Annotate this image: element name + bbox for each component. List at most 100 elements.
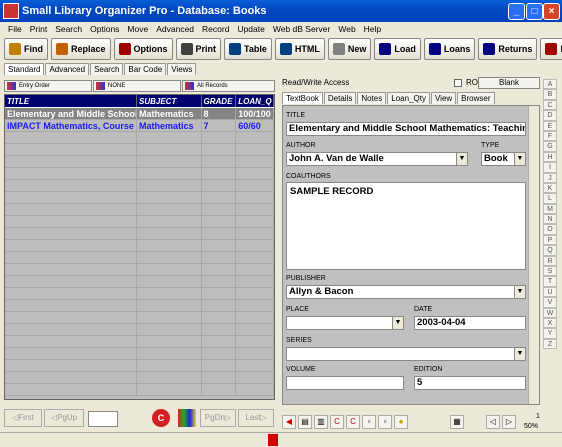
chevron-down-icon[interactable]: ▼ bbox=[392, 317, 403, 329]
menu-item-web[interactable]: Web bbox=[334, 22, 359, 36]
records-grid[interactable]: TITLE SUBJECT GRADE LOAN_Q Elementary an… bbox=[4, 94, 275, 400]
alpha-index-p[interactable]: P bbox=[543, 234, 557, 246]
alpha-index-f[interactable]: F bbox=[543, 130, 557, 142]
table-icon[interactable]: ▦ bbox=[450, 415, 464, 429]
toolbar-find-button[interactable]: Find bbox=[4, 38, 48, 60]
menu-item-advanced[interactable]: Advanced bbox=[152, 22, 198, 36]
tab-loan-qty[interactable]: Loan_Qty bbox=[387, 92, 430, 104]
chevron-down-icon[interactable]: ▼ bbox=[456, 153, 467, 165]
alpha-index-b[interactable]: B bbox=[543, 89, 557, 100]
tab-view[interactable]: View bbox=[430, 92, 457, 104]
alpha-index-a[interactable]: A bbox=[543, 79, 557, 90]
alpha-index-h[interactable]: H bbox=[543, 151, 557, 163]
alpha-index-o[interactable]: O bbox=[543, 224, 557, 235]
maximize-button[interactable]: □ bbox=[526, 3, 543, 20]
author-field[interactable]: John A. Van de Walle ▼ bbox=[286, 152, 468, 166]
menu-item-update[interactable]: Update bbox=[233, 22, 268, 36]
coauthors-field[interactable]: SAMPLE RECORD bbox=[286, 182, 526, 270]
record-number-input[interactable] bbox=[88, 411, 118, 427]
toolbar-html-button[interactable]: HTML bbox=[274, 38, 325, 60]
back-arrow-icon[interactable]: ◀ bbox=[282, 415, 296, 429]
alpha-index-z[interactable]: Z bbox=[543, 338, 557, 350]
menu-item-file[interactable]: File bbox=[4, 22, 26, 36]
menu-item-options[interactable]: Options bbox=[86, 22, 123, 36]
next-icon[interactable]: ▷ bbox=[502, 415, 516, 429]
tab-notes[interactable]: Notes bbox=[357, 92, 387, 104]
document-icon[interactable]: ▫ bbox=[362, 415, 376, 429]
alpha-index-m[interactable]: M bbox=[543, 203, 557, 215]
minimize-button[interactable]: _ bbox=[508, 3, 525, 20]
menu-item-help[interactable]: Help bbox=[360, 22, 385, 36]
tab-views[interactable]: Views bbox=[167, 63, 197, 75]
pgup-button[interactable]: ◁PgUp bbox=[44, 409, 84, 427]
alpha-index-u[interactable]: U bbox=[543, 286, 557, 298]
close-button[interactable]: × bbox=[543, 3, 560, 20]
chevron-down-icon[interactable]: ▼ bbox=[514, 153, 525, 165]
chevron-down-icon[interactable]: ▼ bbox=[514, 286, 525, 298]
alpha-index-g[interactable]: G bbox=[543, 141, 557, 152]
alpha-index-x[interactable]: X bbox=[543, 317, 557, 329]
menu-item-record[interactable]: Record bbox=[198, 22, 233, 36]
alpha-index-l[interactable]: L bbox=[543, 193, 557, 204]
tab-bar-code[interactable]: Bar Code bbox=[124, 63, 167, 75]
tab-browser[interactable]: Browser bbox=[457, 92, 495, 104]
color-grid-icon[interactable] bbox=[178, 409, 196, 427]
form-scrollbar[interactable] bbox=[528, 106, 539, 404]
lightbulb-icon[interactable]: ● bbox=[394, 415, 408, 429]
toolbar-print-button[interactable]: Print bbox=[175, 38, 222, 60]
alpha-index-n[interactable]: N bbox=[543, 214, 557, 225]
trash-icon[interactable]: ▥ bbox=[314, 415, 328, 429]
filter-button[interactable]: NONE bbox=[93, 80, 181, 92]
alpha-index-c[interactable]: C bbox=[543, 99, 557, 111]
refresh-icon[interactable]: C bbox=[330, 415, 344, 429]
table-row[interactable]: Elementary and Middle School Mathematics… bbox=[5, 108, 274, 120]
alpha-index-d[interactable]: D bbox=[543, 110, 557, 121]
alpha-index-r[interactable]: R bbox=[543, 255, 557, 267]
tab-advanced[interactable]: Advanced bbox=[45, 63, 90, 75]
edition-field[interactable]: 5 bbox=[414, 376, 526, 390]
chevron-down-icon[interactable]: ▼ bbox=[514, 348, 525, 360]
toolbar-loans-button[interactable]: Loans bbox=[423, 38, 476, 60]
sort-order-button[interactable]: Entry Order bbox=[4, 80, 92, 92]
alpha-index-v[interactable]: V bbox=[543, 297, 557, 308]
table-row[interactable]: IMPACT Mathematics, Course 2 Mathematics… bbox=[5, 120, 274, 132]
menu-item-web-db-server[interactable]: Web dB Server bbox=[269, 22, 334, 36]
alpha-index-e[interactable]: E bbox=[543, 120, 557, 131]
alpha-index-j[interactable]: J bbox=[543, 172, 557, 183]
column-subject[interactable]: SUBJECT bbox=[137, 95, 202, 107]
toolbar-load-button[interactable]: Load bbox=[374, 38, 421, 60]
alpha-index-k[interactable]: K bbox=[543, 182, 557, 194]
date-field[interactable]: 2003-04-04 bbox=[414, 316, 526, 330]
last-button[interactable]: Last▷ bbox=[238, 409, 274, 427]
alpha-index-t[interactable]: T bbox=[543, 276, 557, 287]
series-field[interactable]: ▼ bbox=[286, 347, 526, 361]
alpha-index-q[interactable]: Q bbox=[543, 245, 557, 256]
column-grade[interactable]: GRADE bbox=[202, 95, 237, 107]
records-button[interactable]: All Records bbox=[182, 80, 275, 92]
menu-item-print[interactable]: Print bbox=[26, 22, 51, 36]
publisher-field[interactable]: Allyn & Bacon ▼ bbox=[286, 285, 526, 299]
toolbar-exit-button[interactable]: Exit bbox=[540, 38, 562, 60]
place-field[interactable]: ▼ bbox=[286, 316, 404, 330]
first-button[interactable]: ◁First bbox=[4, 409, 42, 427]
toolbar-returns-button[interactable]: Returns bbox=[478, 38, 538, 60]
alpha-index-i[interactable]: I bbox=[543, 162, 557, 173]
export-icon[interactable]: ▫ bbox=[378, 415, 392, 429]
printer-icon[interactable]: ▤ bbox=[298, 415, 312, 429]
tab-standard[interactable]: Standard bbox=[4, 63, 45, 75]
pgdn-button[interactable]: PgDn▷ bbox=[200, 409, 236, 427]
alpha-index-s[interactable]: S bbox=[543, 266, 557, 277]
toolbar-new-button[interactable]: New bbox=[327, 38, 372, 60]
refresh-icon[interactable]: C bbox=[152, 409, 170, 427]
alpha-index-w[interactable]: W bbox=[543, 307, 557, 318]
column-title[interactable]: TITLE bbox=[5, 95, 137, 107]
toolbar-options-button[interactable]: Options bbox=[113, 38, 173, 60]
menu-item-move[interactable]: Move bbox=[123, 22, 152, 36]
volume-field[interactable] bbox=[286, 376, 404, 390]
copy-icon[interactable]: C bbox=[346, 415, 360, 429]
type-field[interactable]: Book ▼ bbox=[481, 152, 526, 166]
tab-textbook[interactable]: TextBook bbox=[282, 92, 323, 104]
toolbar-table-button[interactable]: Table bbox=[224, 38, 272, 60]
tab-details[interactable]: Details bbox=[323, 92, 357, 104]
alpha-index-y[interactable]: Y bbox=[543, 328, 557, 339]
